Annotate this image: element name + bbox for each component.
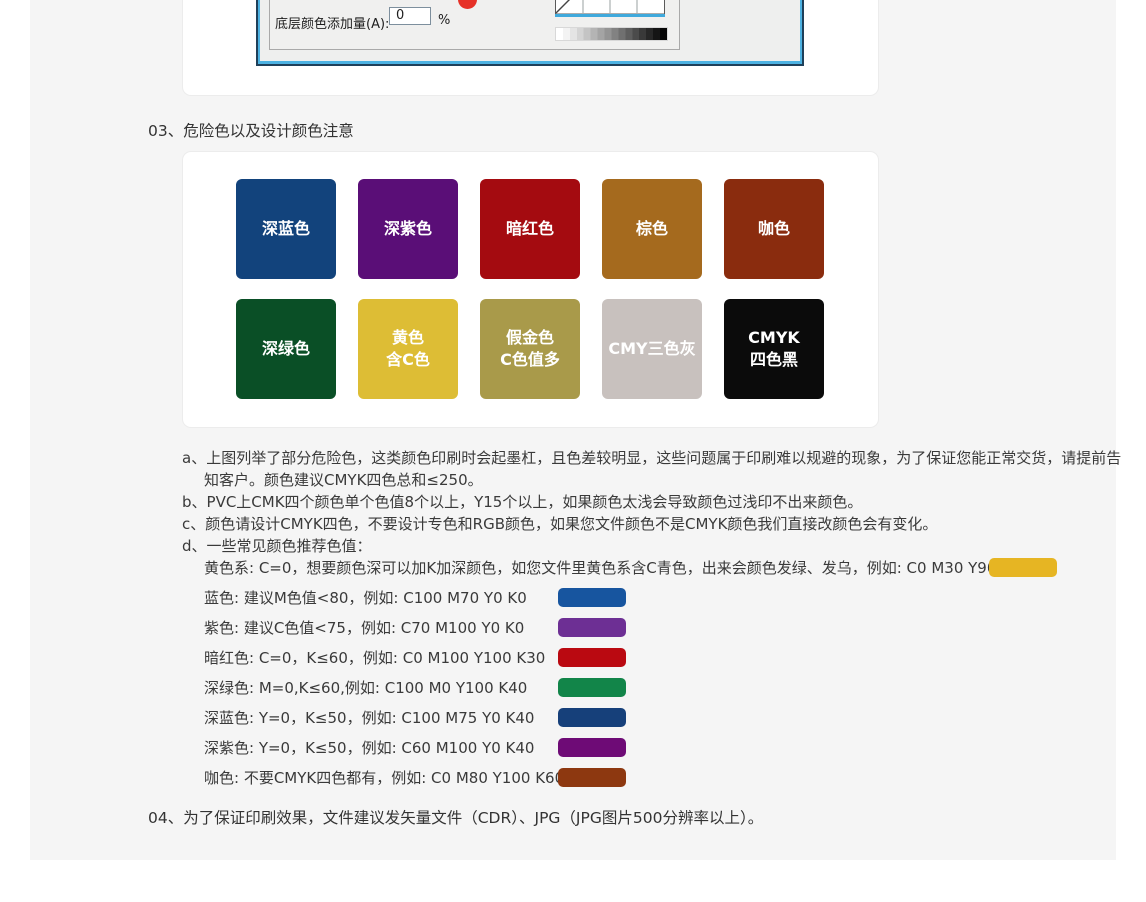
tile-label: CMYK — [748, 327, 800, 349]
color-swatch-tile-cmyk-black: CMYK 四色黑 — [724, 299, 824, 399]
recommendation-row-yellow: 黄色系: C=0，想要颜色深可以加K加深颜色，如您文件里黄色系含C青色，出来会颜… — [204, 553, 1104, 583]
dark-red-sample-swatch — [558, 648, 626, 667]
dark-purple-sample-swatch — [558, 738, 626, 757]
recommendation-row-dark-blue: 深蓝色: Y=0，K≤50，例如: C100 M75 Y0 K40 — [204, 703, 1104, 733]
grayscale-gradient-icon — [555, 27, 668, 41]
tile-label: 棕色 — [636, 218, 668, 240]
tile-label: 含C色 — [386, 349, 430, 371]
notes-block: a、上图列举了部分危险色，这类颜色印刷时会起墨杠，且色差较明显，这些问题属于印刷… — [182, 447, 1068, 557]
recommendation-row-dark-green: 深绿色: M=0,K≤60,例如: C100 M0 Y100 K40 — [204, 673, 1104, 703]
color-swatch-tile-fake-gold: 假金色 C色值多 — [480, 299, 580, 399]
tone-curve-icon — [555, 0, 665, 17]
overprint-dialog: 底层颜色添加量(A): 0 % — [256, 0, 804, 66]
tile-label: 四色黑 — [750, 349, 798, 371]
note-a-line2: 知客户。颜色建议CMYK四色总和≤250。 — [182, 469, 1068, 491]
blue-sample-swatch — [558, 588, 626, 607]
tile-label: 深绿色 — [262, 338, 310, 360]
recommendation-row-dark-red: 暗红色: C=0，K≤60，例如: C0 M100 Y100 K30 — [204, 643, 1104, 673]
color-swatch-tile-yellow: 黄色 含C色 — [358, 299, 458, 399]
dialog-screenshot-card: 底层颜色添加量(A): 0 % — [182, 0, 879, 96]
percent-label: % — [438, 13, 450, 28]
tile-label: 深蓝色 — [262, 218, 310, 240]
recommendation-text: 蓝色: 建议M色值<80，例如: C100 M70 Y0 K0 — [204, 587, 527, 608]
section-04-heading: 04、为了保证印刷效果，文件建议发矢量文件（CDR）、JPG（JPG图片500分… — [148, 806, 763, 828]
recommendation-text: 深蓝色: Y=0，K≤50，例如: C100 M75 Y0 K40 — [204, 707, 534, 728]
recommendation-text: 深绿色: M=0,K≤60,例如: C100 M0 Y100 K40 — [204, 677, 527, 698]
dialog-panel: 底层颜色添加量(A): 0 % — [269, 0, 680, 50]
tile-label: C色值多 — [500, 349, 560, 371]
danger-colors-card: 深蓝色 深紫色 暗红色 棕色 咖色 深绿色 黄色 含C色 — [182, 151, 879, 428]
dark-blue-sample-swatch — [558, 708, 626, 727]
tile-label: CMY三色灰 — [608, 338, 695, 360]
recommendation-text: 紫色: 建议C色值<75，例如: C70 M100 Y0 K0 — [204, 617, 524, 638]
color-swatch-tile-cmy-gray: CMY三色灰 — [602, 299, 702, 399]
note-a-line1: a、上图列举了部分危险色，这类颜色印刷时会起墨杠，且色差较明显，这些问题属于印刷… — [182, 447, 1068, 469]
recommended-values-list: 黄色系: C=0，想要颜色深可以加K加深颜色，如您文件里黄色系含C青色，出来会颜… — [204, 553, 1104, 793]
recommendation-text: 暗红色: C=0，K≤60，例如: C0 M100 Y100 K30 — [204, 647, 545, 668]
recommendation-row-coffee: 咖色: 不要CMYK四色都有，例如: C0 M80 Y100 K60 — [204, 763, 1104, 793]
color-swatch-tile-dark-green: 深绿色 — [236, 299, 336, 399]
amount-input[interactable]: 0 — [389, 7, 431, 25]
underlying-color-amount-label: 底层颜色添加量(A): — [275, 13, 389, 32]
content-strip: 底层颜色添加量(A): 0 % 0 — [30, 0, 1116, 860]
note-c: c、颜色请设计CMYK四色，不要设计专色和RGB颜色，如果您文件颜色不是CMYK… — [182, 513, 1068, 535]
color-swatch-tile-brown: 棕色 — [602, 179, 702, 279]
recommendation-row-purple: 紫色: 建议C色值<75，例如: C70 M100 Y0 K0 — [204, 613, 1104, 643]
recommendation-text: 咖色: 不要CMYK四色都有，例如: C0 M80 Y100 K60 — [204, 767, 564, 788]
red-marker-icon — [458, 0, 477, 9]
color-swatch-tile-dark-red: 暗红色 — [480, 179, 580, 279]
tile-label: 咖色 — [758, 218, 790, 240]
color-swatch-tile-coffee: 咖色 — [724, 179, 824, 279]
tile-label: 暗红色 — [506, 218, 554, 240]
dialog-body: 底层颜色添加量(A): 0 % — [260, 0, 800, 61]
swatch-row-1: 深蓝色 深紫色 暗红色 棕色 咖色 — [236, 179, 824, 279]
swatch-row-2: 深绿色 黄色 含C色 假金色 C色值多 CMY三色灰 CMYK 四色黑 — [236, 299, 824, 399]
color-swatch-tile-dark-blue: 深蓝色 — [236, 179, 336, 279]
section-03-heading: 03、危险色以及设计颜色注意 — [148, 119, 354, 141]
tile-label: 假金色 — [506, 327, 554, 349]
tile-label: 黄色 — [392, 327, 424, 349]
purple-sample-swatch — [558, 618, 626, 637]
recommendation-row-blue: 蓝色: 建议M色值<80，例如: C100 M70 Y0 K0 — [204, 583, 1104, 613]
yellow-sample-swatch — [989, 558, 1057, 577]
dark-green-sample-swatch — [558, 678, 626, 697]
recommendation-row-dark-purple: 深紫色: Y=0，K≤50，例如: C60 M100 Y0 K40 — [204, 733, 1104, 763]
recommendation-text: 黄色系: C=0，想要颜色深可以加K加深颜色，如您文件里黄色系含C青色，出来会颜… — [204, 557, 1030, 578]
recommendation-text: 深紫色: Y=0，K≤50，例如: C60 M100 Y0 K40 — [204, 737, 534, 758]
color-swatch-tile-dark-purple: 深紫色 — [358, 179, 458, 279]
note-b: b、PVC上CMK四个颜色单个色值8个以上，Y15个以上，如果颜色太浅会导致颜色… — [182, 491, 1068, 513]
tile-label: 深紫色 — [384, 218, 432, 240]
coffee-sample-swatch — [558, 768, 626, 787]
